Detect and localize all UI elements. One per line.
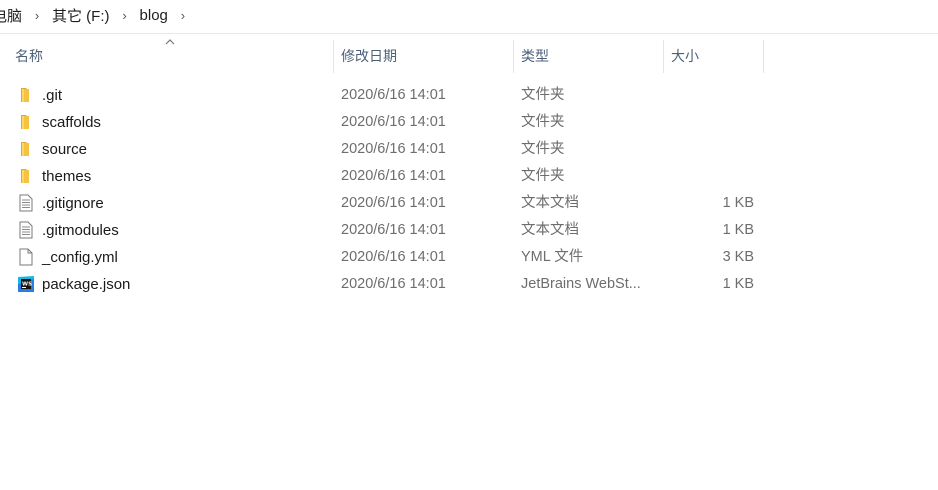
file-date: 2020/6/16 14:01 (341, 114, 446, 130)
file-type: JetBrains WebSt... (521, 276, 641, 292)
file-size (664, 136, 754, 163)
chevron-right-icon[interactable]: › (110, 8, 140, 23)
file-name: scaffolds (42, 114, 101, 131)
file-name: source (42, 141, 88, 158)
folder-icon (21, 169, 29, 183)
file-date: 2020/6/16 14:01 (341, 168, 446, 184)
folder-icon (21, 142, 29, 156)
chevron-right-icon[interactable]: › (22, 8, 52, 23)
file-size (664, 163, 754, 190)
file-row[interactable]: WS package.json 2020/6/16 14:01 JetBrain… (0, 271, 763, 298)
file-type: 文件夹 (521, 168, 565, 184)
file-size: 1 KB (722, 195, 754, 211)
file-name: _config.yml (42, 249, 118, 266)
file-row[interactable]: .gitignore 2020/6/16 14:01 文本文档 1 KB (0, 190, 763, 217)
file-size: 1 KB (722, 276, 754, 292)
address-bar-divider (0, 33, 938, 34)
file-date: 2020/6/16 14:01 (341, 87, 446, 103)
file-date: 2020/6/16 14:01 (341, 276, 446, 292)
file-date: 2020/6/16 14:01 (341, 249, 446, 265)
file-name: .gitmodules (42, 222, 119, 239)
breadcrumb-item-drive-f[interactable]: 其它 (F:) (52, 5, 110, 26)
folder-icon (21, 88, 29, 102)
file-row[interactable]: themes 2020/6/16 14:01 文件夹 (0, 163, 763, 190)
file-size (664, 82, 754, 109)
breadcrumb-item-computer[interactable]: 电脑 (0, 5, 22, 26)
svg-text:WS: WS (22, 282, 32, 288)
webstorm-file-icon: WS (18, 276, 34, 292)
file-name: .gitignore (42, 195, 104, 212)
column-header-size[interactable]: 大小 (664, 40, 763, 73)
file-name: package.json (42, 276, 131, 293)
breadcrumb-item-blog[interactable]: blog (140, 7, 168, 24)
text-document-icon (19, 194, 33, 212)
file-row[interactable]: .gitmodules 2020/6/16 14:01 文本文档 1 KB (0, 217, 763, 244)
file-date: 2020/6/16 14:01 (341, 141, 446, 157)
file-size: 1 KB (722, 222, 754, 238)
file-name: .git (42, 87, 63, 104)
file-type: 文件夹 (521, 87, 565, 103)
file-type: 文本文档 (521, 222, 579, 238)
breadcrumb: 电脑 › 其它 (F:) › blog › (0, 0, 938, 30)
file-row[interactable]: source 2020/6/16 14:01 文件夹 (0, 136, 763, 163)
chevron-right-icon[interactable]: › (168, 8, 198, 23)
file-type: 文件夹 (521, 114, 565, 130)
file-row[interactable]: scaffolds 2020/6/16 14:01 文件夹 (0, 109, 763, 136)
file-size: 3 KB (722, 249, 754, 265)
folder-icon (21, 115, 29, 129)
file-date: 2020/6/16 14:01 (341, 195, 446, 211)
file-type: 文本文档 (521, 195, 579, 211)
file-type: YML 文件 (521, 249, 584, 265)
blank-file-icon (19, 248, 33, 266)
file-size (664, 109, 754, 136)
column-header-name[interactable]: 名称 (8, 40, 333, 73)
column-header-date[interactable]: 修改日期 (334, 40, 513, 73)
file-name: themes (42, 168, 92, 185)
text-document-icon (19, 221, 33, 239)
file-type: 文件夹 (521, 141, 565, 157)
file-date: 2020/6/16 14:01 (341, 222, 446, 238)
file-row[interactable]: .git 2020/6/16 14:01 文件夹 (0, 82, 763, 109)
column-header-row: 名称 修改日期 类型 大小 (0, 39, 938, 73)
file-row[interactable]: _config.yml 2020/6/16 14:01 YML 文件 3 KB (0, 244, 763, 271)
column-divider[interactable] (763, 40, 764, 73)
column-header-type[interactable]: 类型 (514, 40, 663, 73)
